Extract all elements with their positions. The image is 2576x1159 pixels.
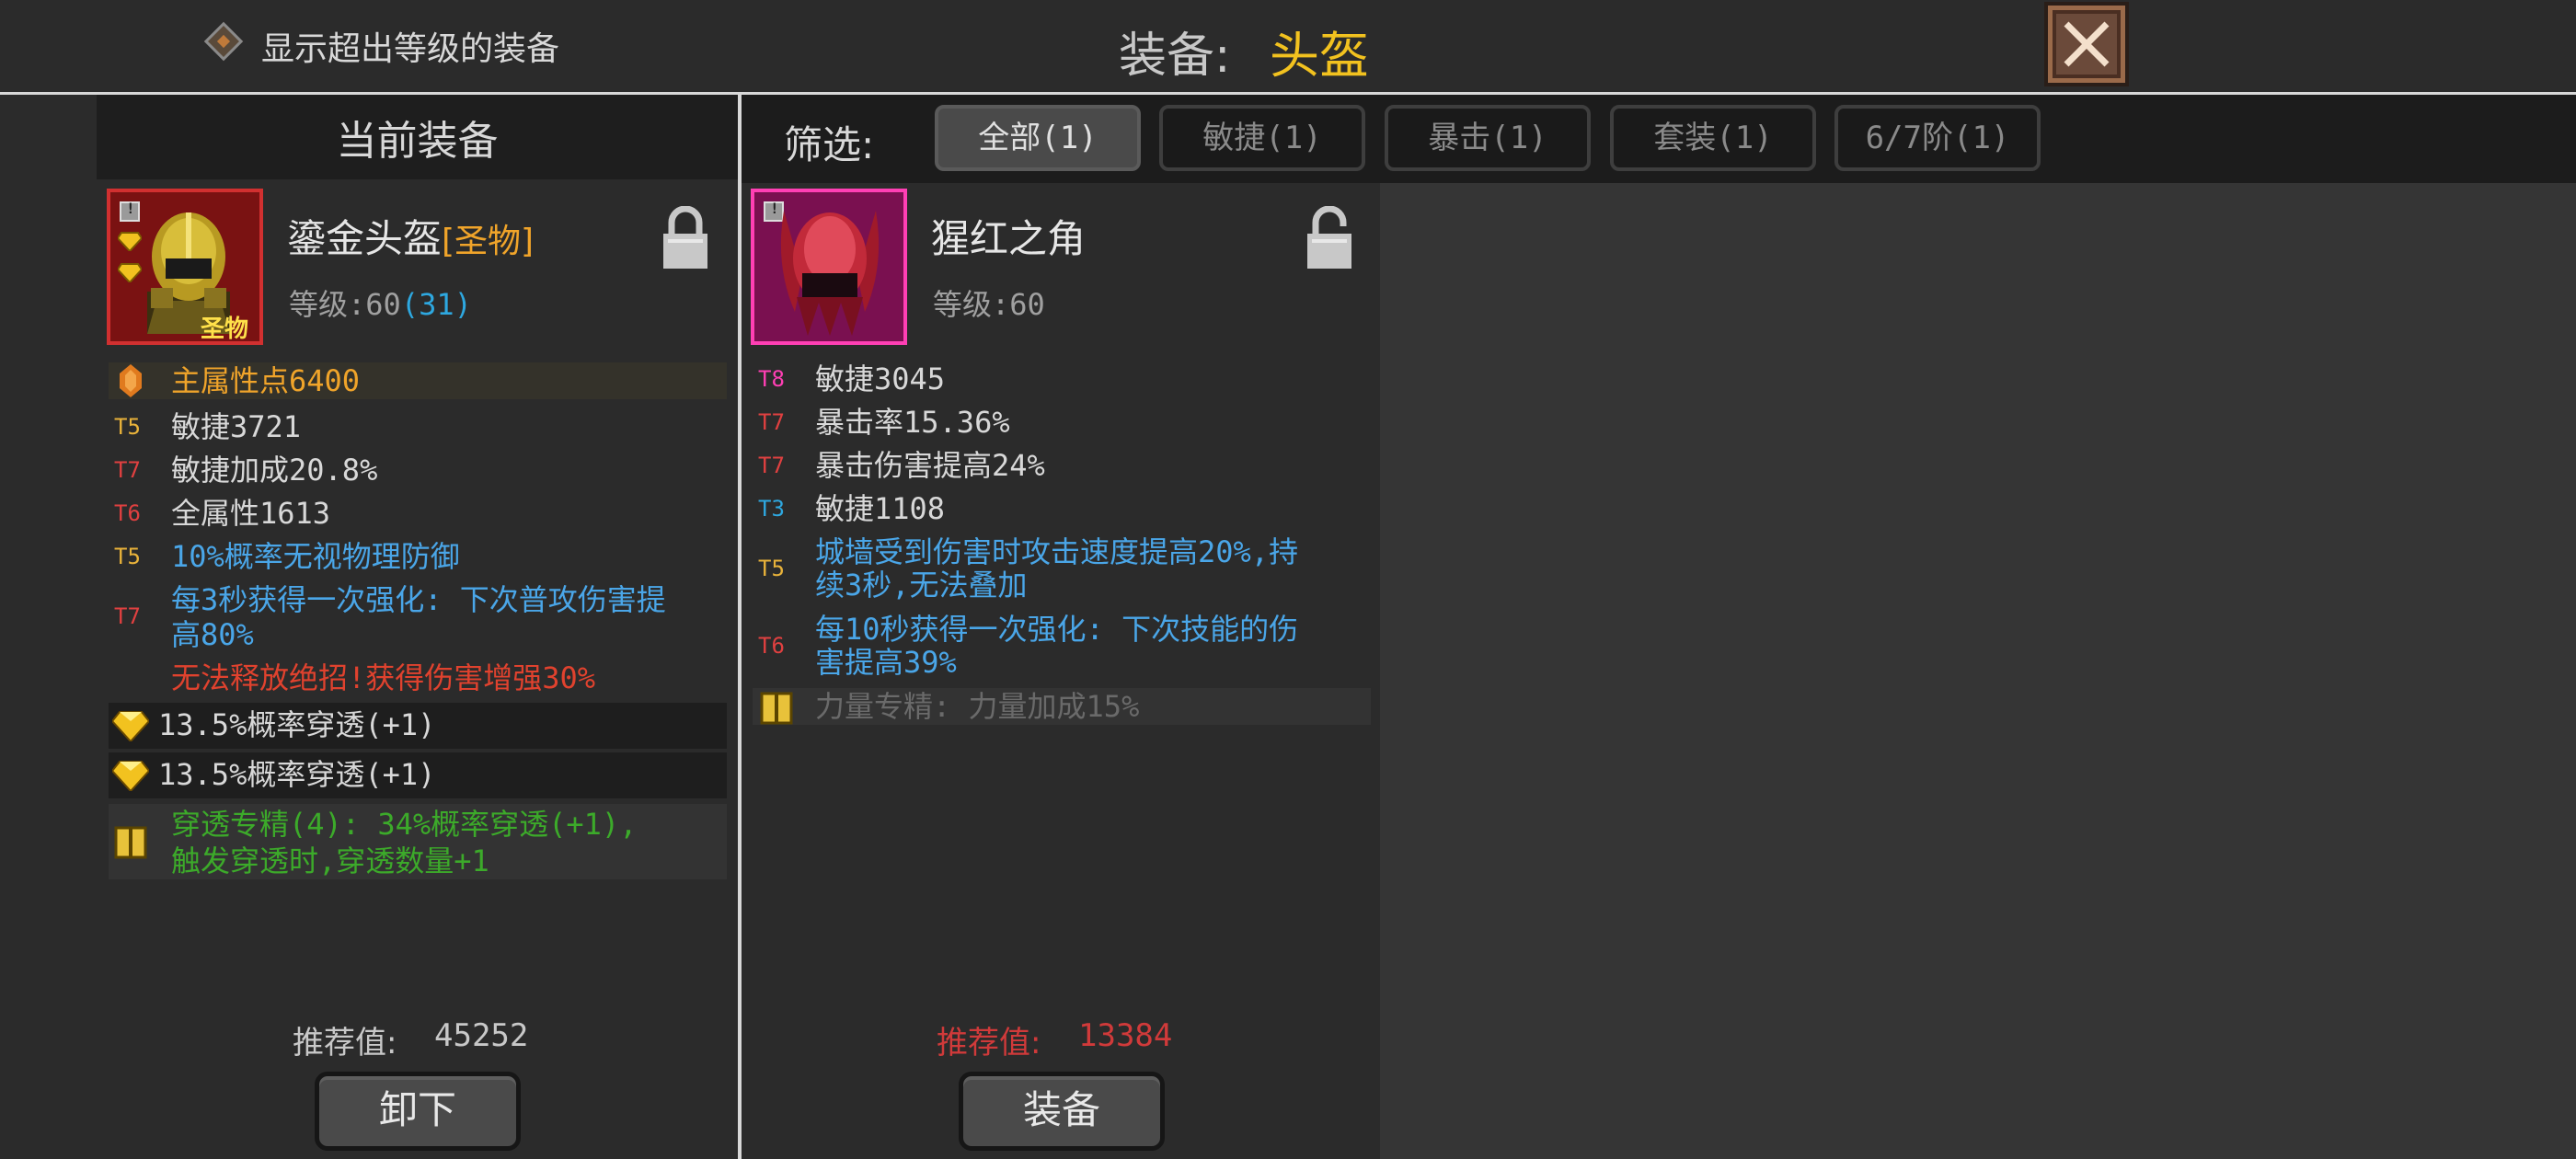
show-over-level-label[interactable]: 显示超出等级的装备 (261, 22, 559, 70)
page-title-prefix: 装备: (1119, 29, 1231, 84)
candidate-recommend-label: 推荐值: (937, 1025, 1041, 1061)
stat-line: 敏捷3721 (171, 409, 302, 444)
equip-button[interactable]: 装备 (959, 1072, 1165, 1151)
current-recommend-value: 45252 (434, 1017, 529, 1054)
stat-line: 敏捷加成20.8% (171, 453, 378, 488)
item-flag-icon (120, 200, 140, 222)
stat-tier-badge: T8 (758, 366, 785, 392)
horned-helmet-icon (780, 211, 880, 336)
gem-stat-text: 13.5%概率穿透(+1) (158, 707, 436, 742)
mastery-text: 穿透专精(4): 34%概率穿透(+1), (171, 807, 638, 842)
current-item-name: 鎏金头盔[圣物] (287, 208, 534, 264)
ultimate-warning-text: 无法释放绝招!获得伤害增强30% (171, 660, 596, 695)
current-item-slot[interactable]: 圣物 (107, 189, 263, 345)
stat-line: 敏捷3045 (815, 361, 946, 396)
stat-line-continued: 害提高39% (815, 645, 957, 680)
candidate-item-level: 等级:60 (933, 287, 1045, 322)
unlock-icon[interactable] (1305, 206, 1354, 270)
stat-line-continued: 续3秒,无法叠加 (815, 568, 1028, 602)
gem-stat-text: 13.5%概率穿透(+1) (158, 757, 436, 792)
lock-icon[interactable] (661, 206, 710, 270)
current-item-level-text: 等级:60 (289, 287, 401, 322)
stat-tier-badge: T5 (758, 556, 785, 581)
stat-tier-badge: T5 (114, 544, 141, 569)
stat-line: 全属性1613 (171, 496, 331, 531)
filter-tab-all[interactable]: 全部(1) (935, 105, 1141, 171)
stat-tier-badge: T5 (114, 414, 141, 440)
current-equipment-title: 当前装备 (336, 118, 499, 165)
candidate-recommend-value: 13384 (1078, 1017, 1173, 1054)
close-x-icon (2064, 21, 2110, 67)
book-icon (760, 692, 793, 725)
gem-icon (112, 711, 149, 741)
stat-line-continued: 高80% (171, 617, 254, 652)
stat-line: 每10秒获得一次强化: 下次技能的伤 (815, 612, 1299, 647)
current-item-level-extra: (31) (400, 287, 472, 322)
stat-tier-badge: T7 (114, 457, 141, 483)
current-item-level: 等级:60(31) (289, 281, 472, 324)
current-recommend-label: 推荐值: (293, 1025, 397, 1061)
candidate-item-slot[interactable] (751, 189, 907, 345)
mastery-text-continued: 触发穿透时,穿透数量+1 (171, 843, 489, 878)
stat-tier-badge: T7 (114, 603, 141, 629)
main-stat-text: 主属性点6400 (171, 363, 361, 398)
item-rarity-caption: 圣物 (201, 316, 249, 343)
stat-tier-badge: T7 (758, 409, 785, 435)
stat-line: 暴击伤害提高24% (815, 448, 1045, 483)
close-button[interactable] (2044, 2, 2129, 86)
page-title-slot: 头盔 (1270, 27, 1369, 85)
mastery-text-inactive: 力量专精: 力量加成15% (815, 689, 1140, 724)
filter-tab-crit[interactable]: 暴击(1) (1385, 105, 1591, 171)
main-stat-crystal-icon (120, 364, 142, 397)
stat-tier-badge: T7 (758, 453, 785, 478)
stat-tier-badge: T6 (758, 633, 785, 659)
filter-tab-tier-6-7[interactable]: 6/7阶(1) (1834, 105, 2041, 171)
filter-tab-set[interactable]: 套装(1) (1610, 105, 1816, 171)
current-item-rarity-tag: [圣物] (442, 223, 535, 260)
filter-label: 筛选: (784, 122, 875, 167)
stat-line: 城墙受到伤害时攻击速度提高20%,持 (815, 534, 1299, 569)
book-icon (114, 826, 147, 859)
stat-line: 敏捷1108 (815, 491, 946, 526)
stat-line: 暴击率15.36% (815, 405, 1010, 440)
stat-line: 每3秒获得一次强化: 下次普攻伤害提 (171, 582, 666, 617)
filter-tab-agility[interactable]: 敏捷(1) (1159, 105, 1365, 171)
stat-tier-badge: T3 (758, 496, 785, 522)
stat-tier-badge: T6 (114, 500, 141, 526)
empty-list-area (1380, 183, 2576, 1159)
current-item-name-text: 鎏金头盔 (287, 216, 443, 261)
gem-icon (112, 761, 149, 791)
candidate-item-name: 猩红之角 (931, 216, 1087, 261)
stat-line: 10%概率无视物理防御 (171, 539, 460, 574)
unequip-button[interactable]: 卸下 (315, 1072, 521, 1151)
